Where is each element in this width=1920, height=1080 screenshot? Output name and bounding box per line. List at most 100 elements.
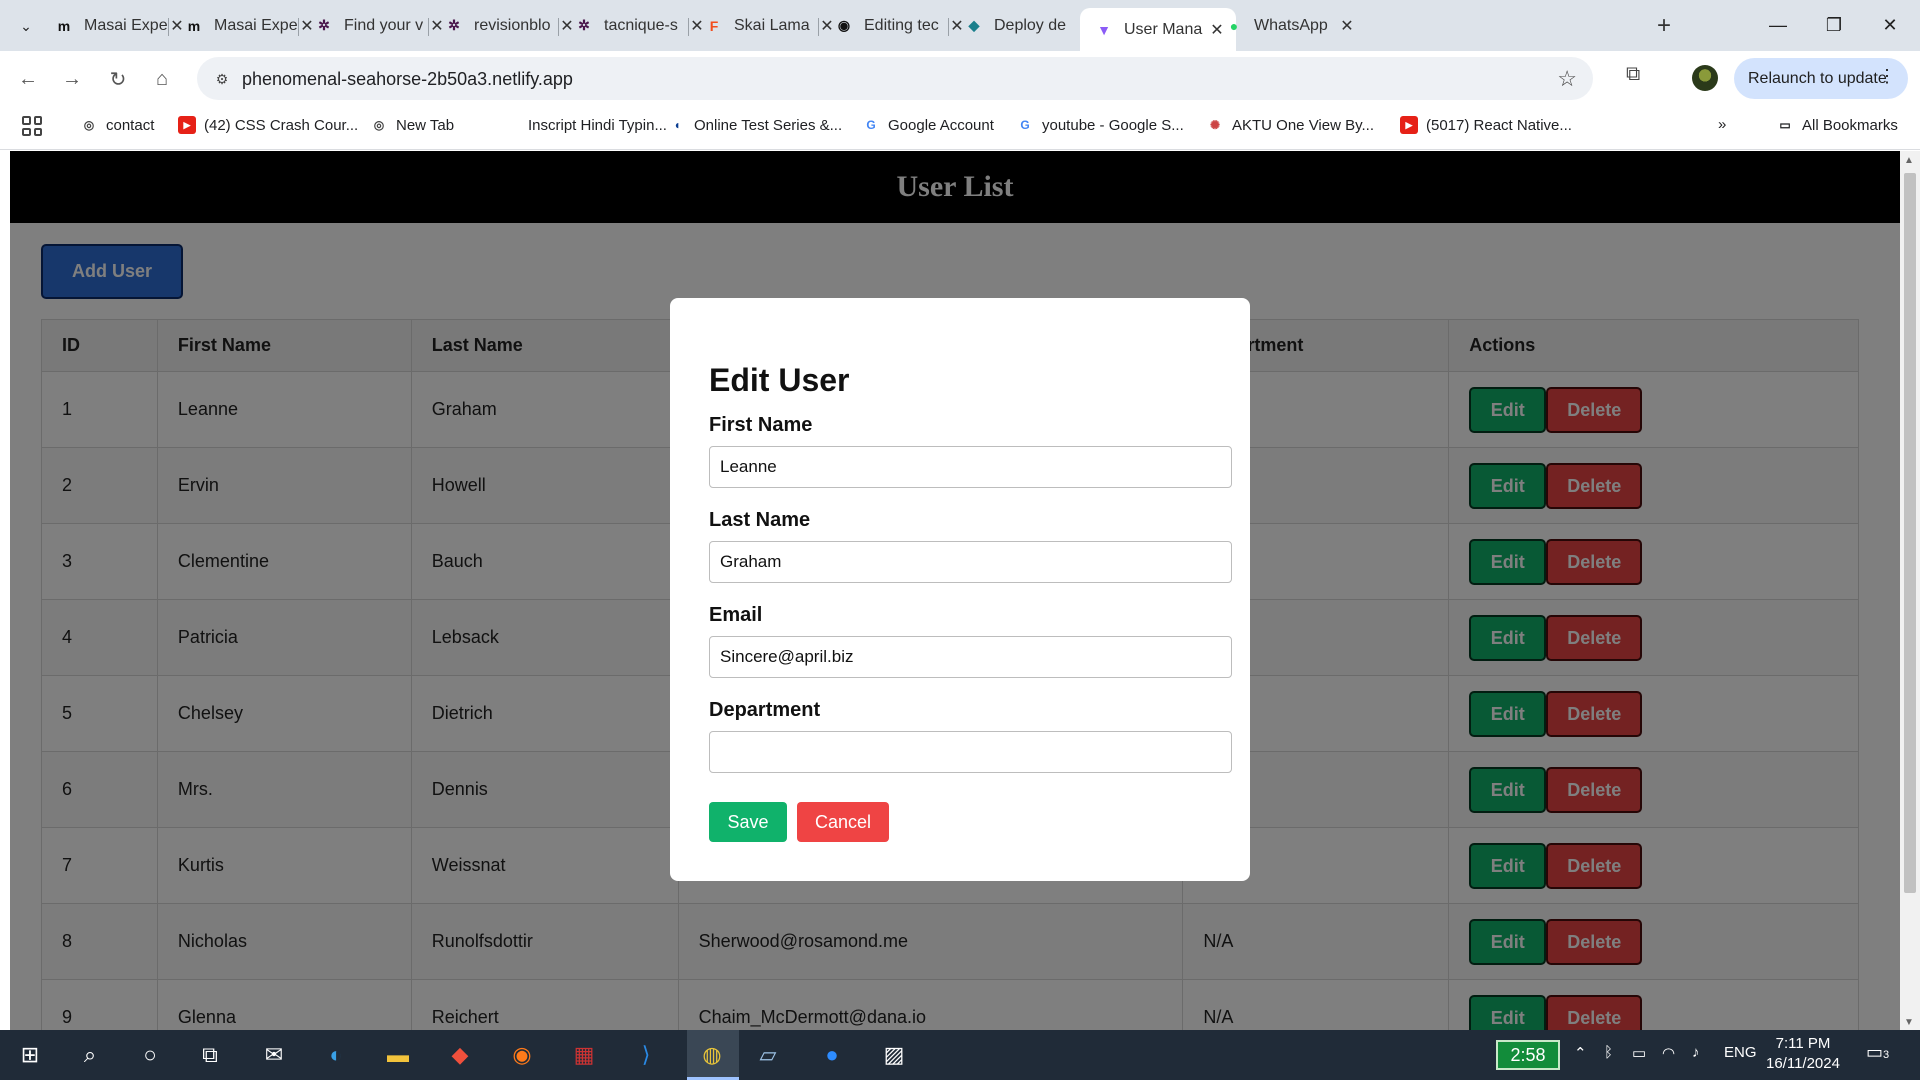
email-label: Email [709, 604, 763, 626]
bookmark-label: (5017) React Native... [1426, 116, 1572, 134]
language-indicator[interactable]: ENG [1724, 1044, 1757, 1061]
page-scrollbar[interactable]: ▲ ▼ [1900, 151, 1920, 1030]
tab-title: Editing tec [864, 16, 939, 34]
cancel-button[interactable]: Cancel [797, 802, 889, 842]
zoom-icon[interactable]: ● [814, 1038, 850, 1072]
bookmark-label: Google Account [888, 116, 994, 134]
netlify-icon: ◆ [968, 17, 980, 33]
tab-title: Find your v [344, 16, 424, 34]
relaunch-button[interactable]: Relaunch to update ⋮ [1734, 58, 1908, 99]
last-name-input[interactable] [709, 541, 1232, 583]
maximize-icon[interactable]: ❐ [1806, 8, 1862, 42]
url-text[interactable]: phenomenal-seahorse-2b50a3.netlify.app [242, 69, 573, 90]
forward-icon[interactable]: → [58, 65, 86, 93]
masai-icon: m [187, 17, 201, 34]
more-bookmarks-icon[interactable]: » [1718, 116, 1726, 133]
menu-dots-icon[interactable]: ⋮ [1878, 66, 1896, 87]
department-input[interactable] [709, 731, 1232, 773]
chrome-icon[interactable]: ◍ [694, 1038, 730, 1072]
bookmark-item[interactable]: Inscript Hindi Typin... [502, 116, 667, 134]
bookmark-star-icon[interactable]: ☆ [1557, 66, 1577, 92]
windows-start-icon[interactable]: ⊞ [12, 1038, 48, 1072]
bookmark-label: Inscript Hindi Typin... [528, 116, 667, 134]
email-input[interactable] [709, 636, 1232, 678]
cortana-icon[interactable]: ○ [132, 1038, 168, 1072]
bookmark-label: youtube - Google S... [1042, 116, 1184, 134]
notification-icon[interactable]: ▭3 [1866, 1042, 1889, 1063]
wifi-icon[interactable]: ◠ [1662, 1044, 1675, 1062]
home-icon[interactable]: ⌂ [148, 65, 176, 93]
all-bookmarks[interactable]: ▭ All Bookmarks [1776, 116, 1898, 134]
bluetooth-icon[interactable]: ᛒ [1604, 1044, 1613, 1061]
new-tab-button[interactable]: + [1650, 12, 1678, 40]
edge-icon[interactable]: ◐ [318, 1038, 354, 1072]
tab-search-icon[interactable]: ⌄ [12, 12, 40, 40]
clock-date: 16/11/2024 [1766, 1055, 1840, 1072]
battery-icon[interactable]: ▭ [1632, 1044, 1646, 1062]
close-window-icon[interactable]: ✕ [1862, 8, 1918, 42]
bookmark-item[interactable]: ◎ contact [80, 116, 155, 134]
minimize-icon[interactable]: — [1750, 8, 1806, 42]
vscode-icon[interactable]: ⟩ [628, 1038, 664, 1072]
site-info-icon[interactable]: ⚙ [211, 68, 233, 90]
bookmark-item[interactable]: G Google Account [862, 116, 994, 134]
firefox-icon[interactable]: ◉ [504, 1038, 540, 1072]
winrar-icon[interactable]: ▦ [566, 1038, 602, 1072]
file-explorer-icon[interactable]: ▬ [380, 1038, 416, 1072]
address-bar[interactable]: ⚙ phenomenal-seahorse-2b50a3.netlify.app… [197, 57, 1593, 100]
apps-grid-icon[interactable] [22, 116, 42, 136]
first-name-input[interactable] [709, 446, 1232, 488]
notepad-icon[interactable]: ▱ [750, 1038, 786, 1072]
system-clock[interactable]: 7:11 PM 16/11/2024 [1766, 1034, 1840, 1074]
reload-icon[interactable]: ↻ [104, 65, 132, 93]
tab-close-icon[interactable]: ✕ [1338, 16, 1356, 36]
bookmark-item[interactable]: ◎ New Tab [370, 116, 454, 134]
mail-icon[interactable]: ✉ [256, 1038, 292, 1072]
notification-count: 3 [1883, 1049, 1890, 1061]
search-icon[interactable]: ⌕ [72, 1038, 108, 1072]
github-icon: ◉ [837, 17, 851, 33]
tab-title: Skai Lama [734, 16, 810, 34]
save-button[interactable]: Save [709, 802, 787, 842]
tab-title: revisionblo [474, 16, 551, 34]
slack-icon: ✲ [448, 17, 460, 33]
timer-badge[interactable]: 2:58 [1496, 1040, 1560, 1070]
masai-icon: m [57, 17, 71, 34]
task-view-icon[interactable]: ⧉ [192, 1038, 228, 1072]
back-icon[interactable]: ← [14, 65, 42, 93]
tab-separator [558, 18, 559, 36]
scroll-down-icon[interactable]: ▼ [1904, 1017, 1914, 1028]
scroll-thumb[interactable] [1904, 173, 1916, 893]
show-hidden-icons-icon[interactable]: ⌃ [1574, 1044, 1587, 1062]
bookmark-label: Online Test Series &... [694, 116, 843, 134]
youtube-icon: ▶ [1400, 116, 1418, 134]
relaunch-label: Relaunch to update [1748, 69, 1887, 87]
tab-title: WhatsApp [1254, 16, 1328, 34]
first-name-label: First Name [709, 414, 813, 436]
extensions-icon[interactable]: ⧉ [1626, 63, 1640, 86]
globe-icon: ◎ [83, 118, 95, 132]
bookmark-label: contact [106, 116, 155, 134]
youtube-icon: ▶ [178, 116, 196, 134]
volume-icon[interactable]: ♪ [1692, 1044, 1700, 1061]
user-list-page: User List Add User IDFirst NameLast Name… [10, 151, 1900, 1030]
blank-icon [502, 116, 520, 134]
scroll-up-icon[interactable]: ▲ [1904, 155, 1914, 166]
tab-separator [298, 18, 299, 36]
tab-separator [948, 18, 949, 36]
anydesk-icon[interactable]: ◆ [442, 1038, 478, 1072]
photos-icon[interactable]: ▨ [876, 1038, 912, 1072]
tab-title: User Mana [1124, 20, 1203, 38]
profile-avatar[interactable] [1692, 65, 1718, 91]
browser-tab[interactable]: ● WhatsApp ✕ [1210, 8, 1366, 43]
bookmark-label: (42) CSS Crash Cour... [204, 116, 359, 134]
bookmark-item[interactable]: ▶ (5017) React Native... [1400, 116, 1572, 134]
bookmark-item[interactable]: ◖ Online Test Series &... [668, 116, 842, 134]
bookmark-item[interactable]: Gyoutube - Google S... [1016, 116, 1184, 134]
tab-title: Masai Expe [84, 16, 168, 34]
bookmark-item[interactable]: ✺ AKTU One View By... [1206, 116, 1374, 134]
modal-title: Edit User [709, 362, 850, 398]
google-icon: G [1020, 118, 1030, 132]
google-icon: G [866, 118, 876, 132]
bookmark-item[interactable]: ▶ (42) CSS Crash Cour... [178, 116, 358, 134]
